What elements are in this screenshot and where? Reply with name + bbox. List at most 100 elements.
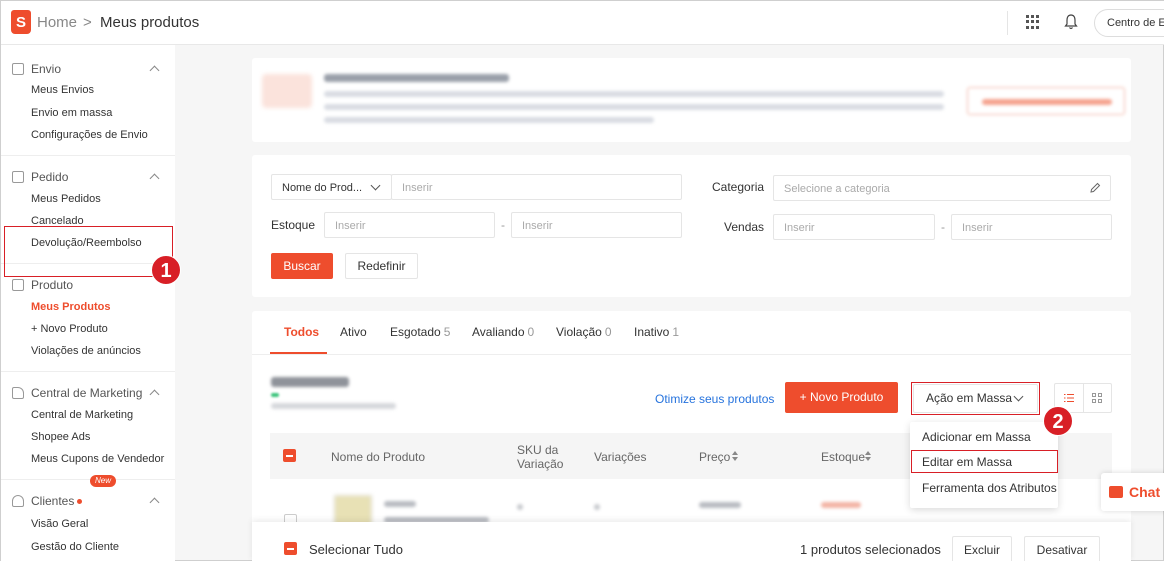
banner-text-line [324,117,654,123]
grid-view-icon[interactable] [1092,393,1102,403]
sku-blurred [517,504,523,510]
product-count-blurred [271,377,349,387]
tab-count: 0 [604,325,612,339]
tab-ativo[interactable]: Ativo [340,325,367,339]
sort-icon[interactable] [732,451,738,461]
product-name-blurred [384,501,416,507]
chevron-up-icon[interactable] [149,389,160,400]
sidebar-item-meus-envios[interactable]: Meus Envios [31,84,94,96]
breadcrumb-home[interactable]: Home [37,14,77,31]
tab-violacao[interactable]: Violação 0 [556,325,612,339]
sort-icon[interactable] [865,451,871,461]
pencil-icon[interactable] [1089,182,1101,194]
new-badge: New [90,475,117,487]
banner-title-blurred [324,74,509,82]
sidebar-item-gestao-cliente[interactable]: Gestão do Cliente [31,541,119,553]
select-all-checkbox[interactable] [284,542,297,555]
tab-todos[interactable]: Todos [284,325,319,339]
tab-avaliando[interactable]: Avaliando 0 [472,325,534,339]
deactivate-button[interactable]: Desativar [1024,536,1100,561]
sidebar-section-marketing[interactable]: Central de Marketing [31,386,142,400]
sidebar-item-meus-pedidos[interactable]: Meus Pedidos [31,193,101,205]
menu-item-add-bulk[interactable]: Adicionar em Massa [922,430,1031,444]
sidebar-item-meus-produtos[interactable]: Meus Produtos [31,301,110,313]
tab-esgotado[interactable]: Esgotado 5 [390,325,450,339]
highlight-meus-produtos [4,226,173,277]
sidebar-item-visao-geral[interactable]: Visão Geral [31,518,88,530]
sidebar-divider [1,479,175,480]
notification-dot [77,499,83,505]
sidebar-section-envio[interactable]: Envio [31,62,61,76]
education-center-button[interactable]: Centro de Edu [1094,9,1164,37]
delete-button[interactable]: Excluir [952,536,1012,561]
sidebar-section-pedido[interactable]: Pedido [31,170,68,184]
sidebar-section-label: Clientes [31,494,75,508]
chat-label: Chat [1129,484,1161,500]
sidebar-section-clientes[interactable]: Clientes [31,494,83,508]
reset-button[interactable]: Redefinir [345,253,418,279]
column-header-stock[interactable]: Estoque [821,450,865,464]
product-status-indicator [271,393,279,397]
stock-blurred [821,502,861,508]
list-view-icon[interactable] [1064,393,1074,403]
step-1-badge: 1 [151,255,181,285]
range-dash: - [941,220,945,234]
product-limit-blurred [271,403,396,409]
chat-bubble-icon [1109,486,1123,498]
column-header-sku: SKU da Variação [517,443,564,471]
breadcrumb-separator: > [83,14,92,31]
category-select[interactable]: Selecione a categoria [773,175,1111,201]
category-label: Categoria [712,180,765,194]
variation-blurred [594,504,600,510]
header-checkbox[interactable] [283,449,296,462]
sidebar-item-violacoes[interactable]: Violações de anúncios [31,345,141,357]
sidebar-item-central-marketing[interactable]: Central de Marketing [31,409,133,421]
new-product-button[interactable]: + Novo Produto [785,382,898,413]
optimize-products-link[interactable]: Otimize seus produtos [655,392,774,406]
tab-count: 0 [527,325,535,339]
tab-label: Ativo [340,325,367,339]
chevron-up-icon[interactable] [149,65,160,76]
tab-label: Inativo [634,325,670,339]
tab-count: 1 [672,325,680,339]
sales-max-input[interactable]: Inserir [951,214,1112,240]
menu-item-attribute-tool[interactable]: Ferramenta dos Atributos [922,481,1057,495]
marketing-tag-icon [12,387,24,399]
sidebar-item-novo-produto[interactable]: + Novo Produto [31,323,108,335]
sidebar-item-shopee-ads[interactable]: Shopee Ads [31,431,90,443]
apps-grid-icon[interactable] [1026,15,1040,29]
sidebar-item-cupons[interactable]: Meus Cupons de Vendedor [31,453,164,465]
search-button[interactable]: Buscar [271,253,333,279]
price-blurred [699,502,741,508]
sales-label: Vendas [724,220,765,234]
chevron-up-icon[interactable] [149,497,160,508]
sidebar-divider [1,155,175,156]
tabs-divider [252,354,1131,355]
page-title: Meus produtos [100,14,200,31]
sales-min-input[interactable]: Inserir [773,214,935,240]
select-all-label[interactable]: Selecionar Tudo [309,542,403,557]
sidebar-item-configuracoes-envio[interactable]: Configurações de Envio [31,129,148,141]
tab-label: Todos [284,325,320,339]
tab-inativo[interactable]: Inativo 1 [634,325,679,339]
sidebar-item-envio-em-massa[interactable]: Envio em massa [31,107,112,119]
banner-action-button[interactable] [967,87,1125,115]
column-header-price[interactable]: Preço [699,450,730,464]
column-header-name: Nome do Produto [331,450,426,464]
step-2-badge: 2 [1043,406,1073,436]
sidebar-divider [1,371,175,372]
tab-label: Avaliando [472,325,525,339]
stock-max-input[interactable]: Inserir [511,212,682,238]
banner-text-line [324,91,944,97]
shopee-logo-icon[interactable]: S [11,10,31,34]
active-tab-underline [270,352,327,354]
chat-button[interactable]: Chat [1101,473,1164,511]
tab-label: Esgotado [390,325,441,339]
header-divider [1007,11,1008,35]
bell-icon[interactable] [1064,14,1078,30]
range-dash: - [501,218,505,232]
sidebar-section-produto[interactable]: Produto [31,278,73,292]
name-filter-input[interactable]: Inserir [391,174,682,200]
chevron-up-icon[interactable] [149,173,160,184]
stock-min-input[interactable]: Inserir [324,212,495,238]
